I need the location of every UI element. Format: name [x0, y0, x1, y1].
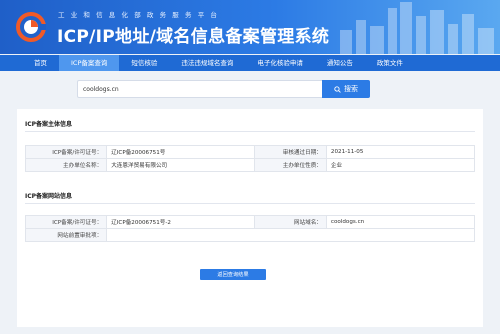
table-row: 主办单位名称： 大连恩洋贸易有限公司 主办单位性质： 企业 [24, 158, 476, 172]
nav-item-notices[interactable]: 通知公告 [315, 55, 365, 71]
organizer-name-value: 大连恩洋贸易有限公司 [106, 158, 256, 172]
pre-approval-label: 网站前置审批项： [24, 228, 108, 242]
result-panel: ICP备案主体信息 ICP备案/许可证号： 辽ICP备20006751号 审核通… [17, 109, 483, 327]
organizer-type-label: 主办单位性质： [254, 158, 327, 172]
table-row: ICP备案/许可证号： 辽ICP备20006751号 审核通过日期： 2021-… [24, 145, 476, 159]
icp-license-label: ICP备案/许可证号： [24, 145, 108, 159]
pre-approval-value [106, 228, 475, 242]
approval-date-value: 2021-11-05 [325, 145, 476, 159]
header-subtitle: 工业和信息化部政务服务平台 [58, 11, 224, 19]
page-title: ICP/IP地址/域名信息备案管理系统 [57, 27, 330, 47]
subject-info-table: ICP备案/许可证号： 辽ICP备20006751号 审核通过日期： 2021-… [24, 145, 476, 172]
approval-date-label: 审核通过日期： [254, 145, 327, 159]
main-nav: 首页 ICP备案查询 短信核验 违法违规域名查询 电子化核验申请 通知公告 政策… [0, 55, 500, 71]
search-button-label: 搜索 [344, 85, 358, 93]
logo-icon [16, 12, 46, 42]
nav-item-sms-verify[interactable]: 短信核验 [119, 55, 169, 71]
search-icon [334, 85, 341, 93]
nav-item-policy-docs[interactable]: 政策文件 [365, 55, 415, 71]
site-icp-license-value: 辽ICP备20006751号-2 [106, 215, 256, 229]
city-skyline-decoration [340, 2, 494, 54]
site-icp-license-label: ICP备案/许可证号： [24, 215, 108, 229]
site-domain-value: cooldogs.cn [325, 215, 476, 229]
website-info-title: ICP备案网站信息 [25, 193, 73, 200]
organizer-name-label: 主办单位名称： [24, 158, 108, 172]
back-to-results-button[interactable]: 返回查询结果 [200, 269, 266, 280]
nav-item-home[interactable]: 首页 [22, 55, 59, 71]
table-row: 网站前置审批项： [24, 228, 475, 242]
subject-info-title: ICP备案主体信息 [25, 121, 73, 128]
search-button[interactable]: 搜索 [322, 80, 370, 98]
organizer-type-value: 企业 [325, 158, 476, 172]
website-info-table: ICP备案/许可证号： 辽ICP备20006751号-2 网站域名： coold… [24, 215, 476, 242]
search-input[interactable] [78, 81, 323, 97]
section-divider [25, 203, 475, 204]
nav-item-icp-query[interactable]: ICP备案查询 [59, 55, 120, 71]
section-divider [25, 131, 475, 132]
search-bar: 搜索 [77, 80, 370, 98]
nav-item-e-verify-apply[interactable]: 电子化核验申请 [245, 55, 315, 71]
icp-license-value: 辽ICP备20006751号 [106, 145, 256, 159]
header-banner: 工业和信息化部政务服务平台 ICP/IP地址/域名信息备案管理系统 [0, 0, 500, 54]
site-domain-label: 网站域名： [254, 215, 327, 229]
table-row: ICP备案/许可证号： 辽ICP备20006751号-2 网站域名： coold… [24, 215, 476, 229]
nav-item-illegal-domain-query[interactable]: 违法违规域名查询 [169, 55, 245, 71]
